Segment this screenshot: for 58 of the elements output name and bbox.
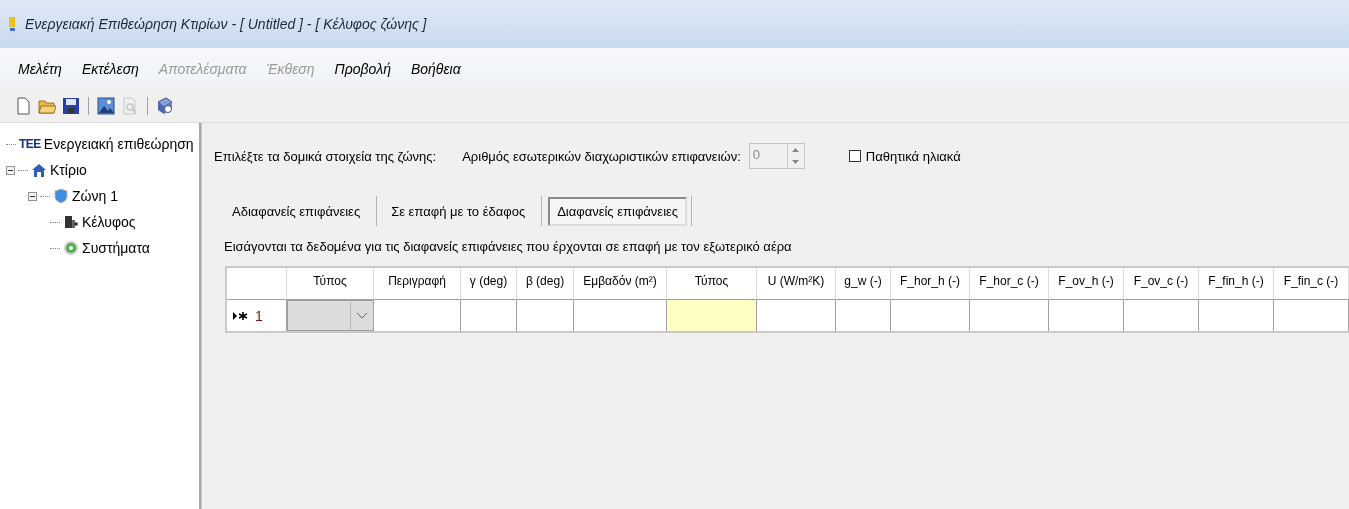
table-cell[interactable] bbox=[836, 300, 891, 331]
column-header[interactable]: U (W/m²K) bbox=[757, 268, 836, 300]
field-label: Επιλέξτε τα δομικά στοιχεία της ζώνης: bbox=[214, 148, 437, 164]
tee-logo: ΤΕΕ bbox=[19, 137, 41, 151]
table-cell[interactable] bbox=[970, 300, 1049, 331]
table-cell[interactable] bbox=[757, 300, 836, 331]
picture-icon[interactable] bbox=[97, 97, 115, 115]
checkbox[interactable] bbox=[848, 150, 861, 162]
table-cell[interactable] bbox=[1199, 300, 1274, 331]
field-label: Αριθμός εσωτερικών διαχωριστικών επιφανειών: bbox=[462, 148, 741, 164]
table-cell[interactable] bbox=[891, 300, 970, 331]
gear-icon bbox=[63, 240, 79, 256]
table-cell[interactable] bbox=[667, 300, 757, 331]
column-header[interactable]: Περιγραφή bbox=[374, 268, 461, 300]
menu-item[interactable]: Βοήθεια bbox=[410, 61, 461, 77]
column-header[interactable]: F_fin_h (-) bbox=[1199, 268, 1274, 300]
column-header[interactable]: Εμβαδόν (m²) bbox=[574, 268, 667, 300]
column-header[interactable]: β (deg) bbox=[517, 268, 574, 300]
folder-icon[interactable] bbox=[38, 97, 56, 115]
dropdown-cell[interactable] bbox=[287, 300, 374, 331]
new-document-icon[interactable] bbox=[14, 97, 32, 115]
table-cell[interactable] bbox=[374, 300, 461, 331]
app-icon bbox=[8, 16, 17, 32]
menu-item[interactable]: Μελέτη bbox=[18, 61, 62, 77]
table-cell[interactable] bbox=[517, 300, 574, 331]
window-title: Ενεργειακή Επιθεώρηση Κτιρίων - [ Untitled ] - [ Κέλυφος ζώνης ] bbox=[25, 16, 427, 32]
house-icon bbox=[31, 162, 47, 178]
column-header[interactable]: F_ov_h (-) bbox=[1049, 268, 1124, 300]
menu-item[interactable]: Προβολή bbox=[334, 61, 391, 77]
table-cell[interactable] bbox=[574, 300, 667, 331]
column-header[interactable]: g_w (-) bbox=[836, 268, 891, 300]
column-header[interactable]: γ (deg) bbox=[461, 268, 517, 300]
tree-item[interactable]: Συστήματα bbox=[82, 240, 150, 256]
row-number: 1 bbox=[255, 307, 263, 324]
collapse-toggle[interactable] bbox=[6, 165, 15, 175]
table-cell[interactable] bbox=[461, 300, 517, 331]
tree-item[interactable]: Κέλυφος bbox=[82, 214, 136, 230]
column-header[interactable]: F_hor_c (-) bbox=[970, 268, 1049, 300]
tab[interactable]: Αδιαφανείς επιφάνειες bbox=[224, 197, 369, 225]
chevron-down-icon bbox=[357, 312, 367, 319]
shield-icon bbox=[53, 188, 69, 204]
table-cell[interactable] bbox=[1124, 300, 1199, 331]
column-header[interactable]: F_hor_h (-) bbox=[891, 268, 970, 300]
tree-item[interactable]: Ενεργειακή επιθεώρηση bbox=[43, 136, 194, 152]
table-cell[interactable] bbox=[1274, 300, 1349, 331]
tab[interactable]: Διαφανείς επιφάνειες bbox=[548, 196, 688, 226]
table-cell[interactable] bbox=[1049, 300, 1124, 331]
column-header[interactable]: Τύπος bbox=[287, 268, 374, 300]
checkbox-label: Παθητικά ηλιακά bbox=[865, 148, 961, 164]
tab[interactable]: Σε επαφή με το έδαφος bbox=[383, 197, 534, 225]
menu-item[interactable]: Εκτέλεση bbox=[81, 61, 139, 77]
column-header[interactable]: Τύπος bbox=[667, 268, 757, 300]
column-header[interactable]: F_fin_c (-) bbox=[1274, 268, 1349, 300]
tree-item[interactable]: Ζώνη 1 bbox=[72, 188, 118, 204]
section-description: Εισάγονται τα δεδομένα για τις διαφανείς επιφάνειες που έρχονται σε επαφή με τον εξωτερικό αέρα bbox=[224, 239, 793, 254]
tree-item[interactable]: Κτίριο bbox=[50, 162, 87, 178]
collapse-toggle[interactable] bbox=[28, 191, 37, 201]
column-header[interactable]: F_ov_c (-) bbox=[1124, 268, 1199, 300]
